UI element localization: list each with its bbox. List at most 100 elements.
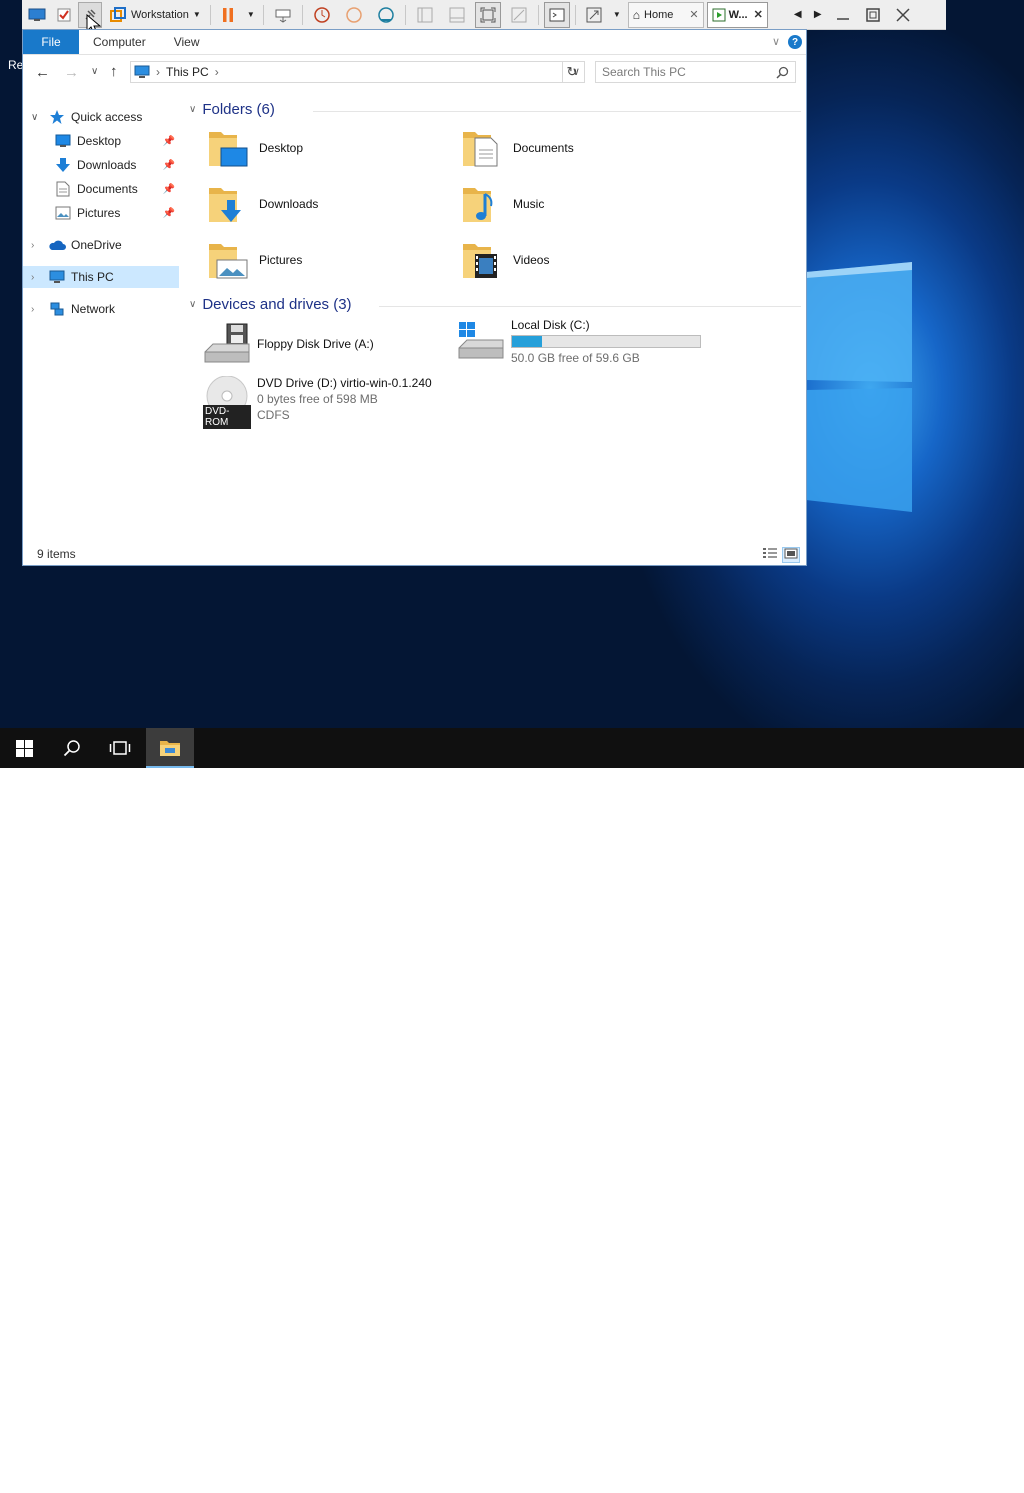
tab-home[interactable]: ⌂ Home ✕ — [627, 1, 704, 28]
search-button[interactable] — [48, 728, 96, 768]
network-status-icon[interactable] — [862, 1467, 880, 1483]
folders-section-header[interactable]: ∨ Folders (6) — [189, 101, 275, 118]
stretch-icon[interactable] — [581, 3, 607, 27]
search-box[interactable]: Search This PC — [595, 61, 796, 83]
drive-tile-local-disk[interactable]: Local Disk (C:) 50.0 GB free of 59.6 GB — [457, 318, 701, 365]
breadcrumb-separator: › — [214, 65, 219, 79]
tab-scroll-left-icon[interactable]: ◀ — [790, 3, 806, 27]
sidebar-item-downloads[interactable]: Downloads 📌 — [23, 154, 179, 176]
devices-section-header[interactable]: ∨ Devices and drives (3) — [189, 296, 352, 313]
sidebar-item-desktop[interactable]: Desktop 📌 — [23, 130, 179, 152]
details-view-icon[interactable] — [762, 547, 778, 562]
help-icon[interactable]: ? — [788, 35, 802, 49]
collapse-chevron-icon[interactable]: ∨ — [31, 112, 45, 123]
vm-tab-icon — [712, 8, 726, 21]
expand-ribbon-icon[interactable]: ∨ — [772, 35, 780, 48]
status-bar: 9 items — [23, 543, 806, 565]
show-library-icon[interactable] — [411, 3, 439, 27]
pin-icon[interactable]: 📌 — [163, 160, 175, 171]
toolbar-divider — [209, 4, 211, 25]
drive-name: DVD Drive (D:) virtio-win-0.1.240 — [257, 376, 432, 390]
section-divider — [379, 306, 801, 307]
folder-name: Downloads — [259, 197, 319, 211]
action-center-icon[interactable] — [983, 1466, 1001, 1484]
revert-snapshot-icon[interactable] — [340, 3, 368, 27]
task-view-icon — [109, 741, 131, 755]
snapshot-manager-icon[interactable] — [372, 3, 400, 27]
sidebar-item-label: Network — [71, 302, 116, 316]
workstation-menu-button[interactable]: Workstation ▼ — [106, 3, 205, 27]
minimize-icon[interactable] — [830, 3, 856, 27]
drive-tile-floppy[interactable]: Floppy Disk Drive (A:) — [203, 322, 374, 366]
power-dropdown-button[interactable]: ▼ — [244, 3, 258, 27]
show-hidden-icons-chevron-icon[interactable]: ^ — [838, 1466, 845, 1482]
snapshot-icon[interactable] — [308, 3, 336, 27]
tab-scroll-right-icon[interactable]: ▶ — [810, 3, 826, 27]
drive-tile-dvd[interactable]: DVD-ROM DVD Drive (D:) virtio-win-0.1.24… — [203, 375, 432, 429]
stretch-dropdown-button[interactable]: ▼ — [611, 3, 623, 27]
sidebar-item-pictures[interactable]: Pictures 📌 — [23, 202, 179, 224]
sidebar-item-documents[interactable]: Documents 📌 — [23, 178, 179, 200]
sidebar-item-network[interactable]: › Network — [23, 298, 179, 320]
breadcrumb-separator: › — [156, 65, 160, 79]
back-arrow-icon[interactable]: ← — [35, 64, 50, 81]
windows-start-icon — [15, 739, 33, 757]
downloads-folder-icon — [209, 188, 241, 222]
check-icon[interactable] — [54, 3, 74, 27]
desktop-folder-icon — [209, 132, 248, 167]
expand-chevron-icon[interactable]: › — [31, 304, 45, 315]
large-icons-view-icon[interactable] — [782, 547, 800, 563]
recent-locations-chevron-icon[interactable]: ∨ — [91, 66, 98, 77]
unity-icon[interactable] — [505, 3, 533, 27]
address-bar[interactable]: › This PC › ∨ — [130, 61, 585, 83]
start-button[interactable] — [0, 728, 48, 768]
close-tab-icon[interactable]: ✕ — [689, 8, 698, 21]
clock[interactable]: 2:08 PM 10/2/2024 — [906, 1459, 966, 1493]
folder-tile-music[interactable]: Music — [461, 182, 544, 226]
expand-chevron-icon[interactable]: › — [31, 240, 45, 251]
expand-chevron-icon[interactable]: › — [31, 272, 45, 283]
breadcrumb-this-pc[interactable]: This PC — [166, 65, 209, 79]
folder-tile-desktop[interactable]: Desktop — [207, 126, 303, 170]
pin-icon[interactable]: 📌 — [163, 136, 175, 147]
search-icon[interactable] — [776, 66, 789, 79]
close-tab-icon[interactable]: ✕ — [754, 8, 763, 21]
sidebar-item-onedrive[interactable]: › OneDrive — [23, 234, 179, 256]
collapse-chevron-icon: ∨ — [189, 299, 197, 310]
pause-button[interactable] — [216, 3, 240, 27]
folder-tile-pictures[interactable]: Pictures — [207, 238, 302, 282]
this-pc-icon — [49, 270, 65, 283]
send-ctrl-alt-del-icon[interactable] — [269, 3, 297, 27]
tab-vm[interactable]: W... ✕ — [706, 1, 768, 28]
videos-folder-icon — [463, 244, 497, 278]
search-input[interactable]: Search This PC — [602, 65, 686, 79]
tab-computer[interactable]: Computer — [79, 35, 160, 49]
up-arrow-icon[interactable]: ↑ — [110, 63, 118, 80]
folder-name: Pictures — [259, 253, 303, 267]
pin-icon[interactable]: 📌 — [163, 208, 175, 219]
tab-file[interactable]: File — [23, 30, 79, 54]
console-view-icon[interactable] — [543, 1, 570, 28]
toolbar-divider — [262, 4, 264, 25]
refresh-icon: ↻ — [566, 64, 578, 79]
taskbar-file-explorer-button[interactable] — [146, 728, 194, 768]
sidebar-item-this-pc[interactable]: › This PC — [23, 266, 179, 288]
tab-view[interactable]: View — [160, 35, 214, 49]
volume-icon[interactable] — [885, 1467, 903, 1483]
forward-arrow-icon[interactable]: → — [64, 64, 79, 81]
thumbnail-bar-icon[interactable] — [443, 3, 471, 27]
sidebar-item-label: Desktop — [77, 134, 122, 148]
vm-library-icon[interactable] — [24, 3, 50, 27]
folder-tile-videos[interactable]: Videos — [461, 238, 549, 282]
folder-tile-documents[interactable]: Documents — [461, 126, 574, 170]
full-screen-icon[interactable] — [474, 1, 501, 28]
folder-tile-downloads[interactable]: Downloads — [207, 182, 318, 226]
refresh-button[interactable]: ↻ — [562, 61, 581, 83]
close-icon[interactable] — [890, 3, 916, 27]
sidebar-item-quick-access[interactable]: ∨ Quick access — [23, 106, 179, 128]
pin-icon[interactable]: 📌 — [163, 184, 175, 195]
task-view-button[interactable] — [96, 728, 144, 768]
drive-name: Floppy Disk Drive (A:) — [257, 337, 374, 351]
this-pc-icon — [134, 65, 150, 78]
restore-icon[interactable] — [860, 3, 886, 27]
